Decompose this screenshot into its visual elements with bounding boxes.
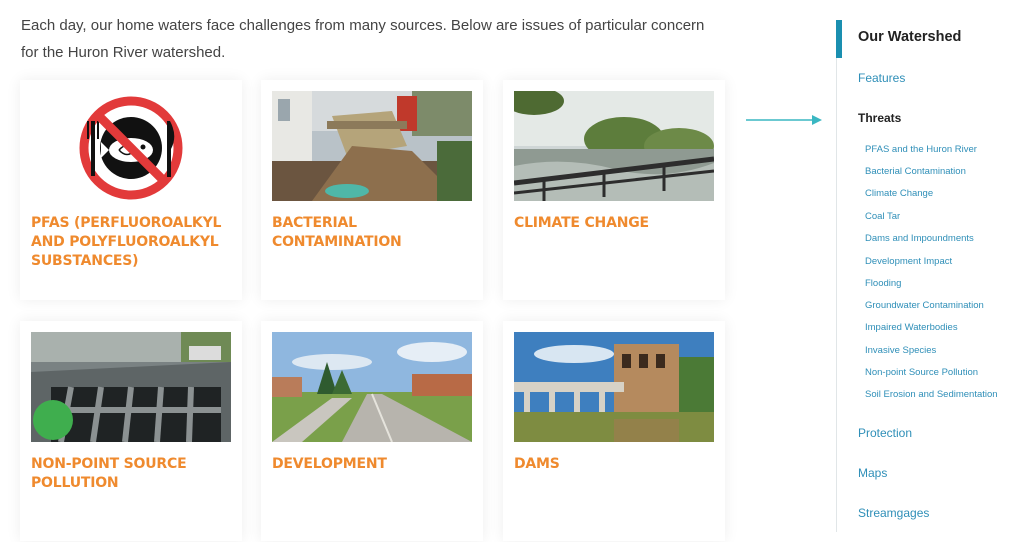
sidebar-item-maps[interactable]: Maps (858, 466, 887, 480)
excavator-sewer-photo (272, 91, 472, 201)
threat-card-bacterial[interactable]: BACTERIAL CONTAMINATION (261, 80, 483, 300)
sidebar-subitem-pfas[interactable]: PFAS and the Huron River (865, 144, 977, 155)
card-title[interactable]: CLIMATE CHANGE (514, 214, 719, 233)
card-title[interactable]: BACTERIAL CONTAMINATION (272, 214, 477, 252)
sidebar-subitem-flooding[interactable]: Flooding (865, 278, 901, 289)
sidebar-title[interactable]: Our Watershed (858, 29, 961, 45)
active-section-indicator (836, 20, 842, 58)
sidebar-item-protection[interactable]: Protection (858, 426, 912, 440)
threat-card-pfas[interactable]: PFAS (PERFLUOROALKYL AND POLYFLUOROALKYL… (20, 80, 242, 300)
card-title[interactable]: NON-POINT SOURCE POLLUTION (31, 455, 236, 493)
flooded-river-bridge-photo (514, 91, 714, 201)
sidebar-subitem-dams[interactable]: Dams and Impoundments (865, 233, 974, 244)
threat-card-climate-change[interactable]: CLIMATE CHANGE (503, 80, 725, 300)
threat-card-development[interactable]: DEVELOPMENT (261, 321, 483, 541)
sidebar-item-streamgages[interactable]: Streamgages (858, 506, 929, 520)
card-title[interactable]: DAMS (514, 455, 719, 474)
sidebar-subitem-soil-erosion[interactable]: Soil Erosion and Sedimentation (865, 389, 998, 400)
sidebar-nav: Our Watershed Features Threats PFAS and … (836, 20, 1024, 532)
suburban-road-photo (272, 332, 472, 442)
sidebar-item-threats[interactable]: Threats (858, 111, 901, 125)
threat-card-dams[interactable]: DAMS (503, 321, 725, 541)
card-title[interactable]: DEVELOPMENT (272, 455, 477, 474)
sidebar-subitem-invasive-species[interactable]: Invasive Species (865, 345, 936, 356)
sidebar-subitem-development[interactable]: Development Impact (865, 256, 952, 267)
sidebar-item-features[interactable]: Features (858, 71, 905, 85)
dam-building-photo (514, 332, 714, 442)
card-title[interactable]: PFAS (PERFLUOROALKYL AND POLYFLUOROALKYL… (31, 214, 236, 271)
sidebar-subitem-bacterial[interactable]: Bacterial Contamination (865, 166, 966, 177)
sidebar-subitem-groundwater[interactable]: Groundwater Contamination (865, 300, 984, 311)
sidebar-subitem-impaired-waterbodies[interactable]: Impaired Waterbodies (865, 322, 958, 333)
storm-drain-photo (31, 332, 231, 442)
intro-text: Each day, our home waters face challenge… (21, 17, 705, 61)
no-pfas-fish-icon (31, 91, 231, 201)
threat-card-non-point-source[interactable]: NON-POINT SOURCE POLLUTION (20, 321, 242, 541)
arrow-right-icon (746, 115, 822, 125)
sidebar-subitem-coal-tar[interactable]: Coal Tar (865, 211, 900, 222)
sidebar-subitem-climate-change[interactable]: Climate Change (865, 188, 933, 199)
sidebar-subitem-non-point-source[interactable]: Non-point Source Pollution (865, 367, 978, 378)
